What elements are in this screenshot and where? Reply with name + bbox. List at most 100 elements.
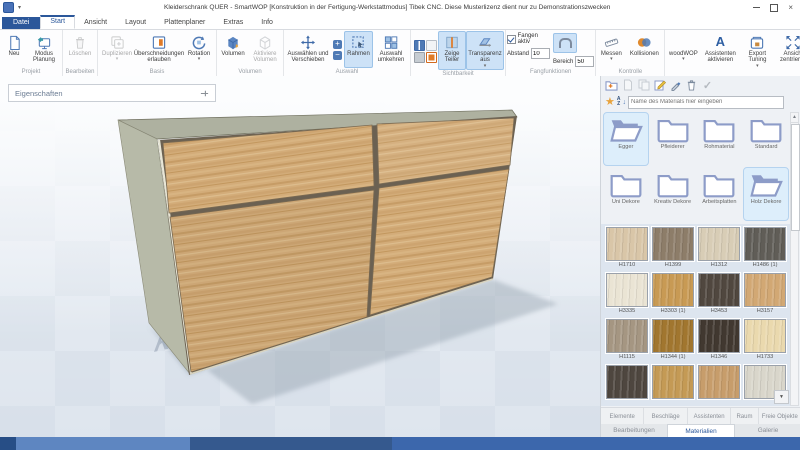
folder-holz-dekore[interactable]: Holz Dekore [743,167,789,221]
new-material-button[interactable] [621,79,634,92]
minus-button[interactable]: − [333,50,342,60]
sort-az-icon[interactable]: AZ [617,97,621,107]
zeige-teiler-button[interactable]: Zeige Teiler [438,31,466,71]
cabinet-model[interactable] [0,76,600,437]
neu-button[interactable]: Neu [1,31,27,68]
folder-uni-dekore[interactable]: Uni Dekore [603,167,649,221]
tab-plattenplaner[interactable]: Plattenplaner [155,17,214,29]
properties-title: Eigenschaften [15,88,63,98]
minimize-button[interactable] [753,7,761,8]
tab-elemente[interactable]: Elemente [601,408,645,425]
material-swatch[interactable]: H1710 [604,226,650,273]
ansicht-zentrieren-button[interactable]: Ansicht zentrieren [774,31,800,70]
materials-panel: ✓ ★ AZ ↓ Egger Pfleiderer Rohmaterial St… [600,76,800,437]
frame-toggle-light-icon[interactable] [426,39,437,51]
folder-rohmaterial[interactable]: Rohmaterial [697,112,743,166]
tab-bearbeitungen[interactable]: Bearbeitungen [601,424,667,437]
folder-pfleiderer[interactable]: Pfleiderer [650,112,696,166]
materials-search-row: ★ AZ ↓ [601,94,800,110]
scroll-up-icon[interactable]: ▲ [791,113,798,123]
material-swatch[interactable]: H3157 [742,272,788,319]
auswaehlen-verschieben-button[interactable]: Auswählen und Verschieben [285,31,331,68]
duplizieren-button[interactable]: Duplizieren ▾ [99,31,135,68]
properties-panel[interactable]: Eigenschaften [8,84,216,102]
material-swatch[interactable]: H1312 [696,226,742,273]
favorites-star-icon[interactable]: ★ [605,96,615,108]
folder-kreativ-dekore[interactable]: Kreativ Dekore [650,167,696,221]
bereich-input[interactable] [575,56,595,67]
material-swatch[interactable]: H3335 [604,272,650,319]
assistenten-button[interactable]: A Assistenten aktivieren [700,31,740,70]
tab-freie-objekte[interactable]: Freie Objekte [759,408,800,425]
pin-icon[interactable] [200,89,209,98]
rahmen-button[interactable]: Rahmen [344,31,373,68]
modus-planung-button[interactable]: Modus Planung [27,31,61,68]
tab-info[interactable]: Info [252,17,282,29]
rotation-button[interactable]: Rotation ▾ [183,31,215,68]
transparenz-aus-button[interactable]: Transparenz aus ▾ [466,31,504,71]
messen-button[interactable]: Messen ▾ [597,31,625,68]
material-swatch[interactable]: H3303 (1) [650,272,696,319]
folder-standard[interactable]: Standard [743,112,789,166]
material-swatch[interactable] [696,364,742,406]
tab-start[interactable]: Start [40,15,76,29]
scrollbar-thumb[interactable] [791,124,800,231]
tab-beschlaege[interactable]: Beschläge [644,408,688,425]
plus-button[interactable]: + [333,39,342,49]
close-button[interactable]: × [788,3,793,12]
expand-more-button[interactable]: ▼ [774,390,789,404]
material-swatch[interactable]: H1733 [742,318,788,365]
material-swatch[interactable]: H1399 [650,226,696,273]
material-swatch[interactable]: H1115 [604,318,650,365]
title-bar: ▾ Kleiderschrank QUER - SmartWOP [Konstr… [0,0,800,15]
invert-selection-icon [383,34,399,50]
orange-toggle-icon[interactable] [426,51,437,63]
folder-arbeitsplatten[interactable]: Arbeitsplatten [697,167,743,221]
woodwop-button[interactable]: woodWOP ▾ [666,31,700,70]
abstand-input[interactable] [531,48,551,59]
auswahl-umkehren-button[interactable]: Auswahl umkehren [373,31,409,68]
loeschen-button[interactable]: Löschen [64,31,96,68]
material-swatch[interactable]: H3453 [696,272,742,319]
aktiviere-volumen-button[interactable]: Aktiviere Volumen [248,31,282,68]
selection-frame-icon [351,34,366,50]
edit-material-button[interactable] [653,79,666,92]
material-swatch[interactable] [604,364,650,406]
add-folder-button[interactable] [605,79,618,92]
export-tuning-button[interactable]: Export Tuning ▾ [740,31,774,70]
status-progress-segment [16,437,190,450]
tab-materialien[interactable]: Materialien [667,424,735,437]
kollisionen-button[interactable]: Kollisionen [625,31,663,68]
material-swatch[interactable]: H1346 [696,318,742,365]
ueberschneidungen-button[interactable]: Überschneidungen erlauben [134,31,184,68]
tab-galerie[interactable]: Galerie [735,424,800,437]
restore-button[interactable] [770,3,779,12]
material-swatch[interactable]: H1486 (1) [742,226,788,273]
materials-scrollbar[interactable]: ▲ [790,112,800,406]
material-swatch[interactable] [650,364,696,406]
folder-egger[interactable]: Egger [603,112,649,166]
material-search-input[interactable] [628,95,784,109]
tab-layout[interactable]: Layout [116,17,155,29]
app-icon[interactable] [3,2,14,13]
eyedropper-button[interactable] [669,79,682,92]
tab-raum[interactable]: Raum [731,408,759,425]
sort-arrow-icon[interactable]: ↓ [623,99,627,106]
status-bar [0,437,800,450]
apply-check-icon[interactable]: ✓ [701,79,714,92]
delete-material-button[interactable] [685,79,698,92]
frame-toggle-icon[interactable] [414,51,425,63]
material-swatch[interactable]: H1344 (1) [650,318,696,365]
3d-viewport[interactable]: Kleiderschrank [0,76,600,437]
snap-magnet-button[interactable] [553,33,578,53]
group-label-fangfunktionen: Fangfunktionen [530,69,572,75]
panels-toggle-icon[interactable] [414,39,425,51]
tab-extras[interactable]: Extras [214,17,252,29]
tab-assistenten[interactable]: Assistenten [688,408,732,425]
copy-material-button[interactable] [637,79,650,92]
volumen-button[interactable]: Volumen [218,31,248,68]
tab-datei[interactable]: Datei [2,17,41,29]
status-segment [190,437,392,450]
tab-ansicht[interactable]: Ansicht [75,17,116,29]
fangen-aktiv-checkbox[interactable]: Fangen aktiv [507,33,550,45]
